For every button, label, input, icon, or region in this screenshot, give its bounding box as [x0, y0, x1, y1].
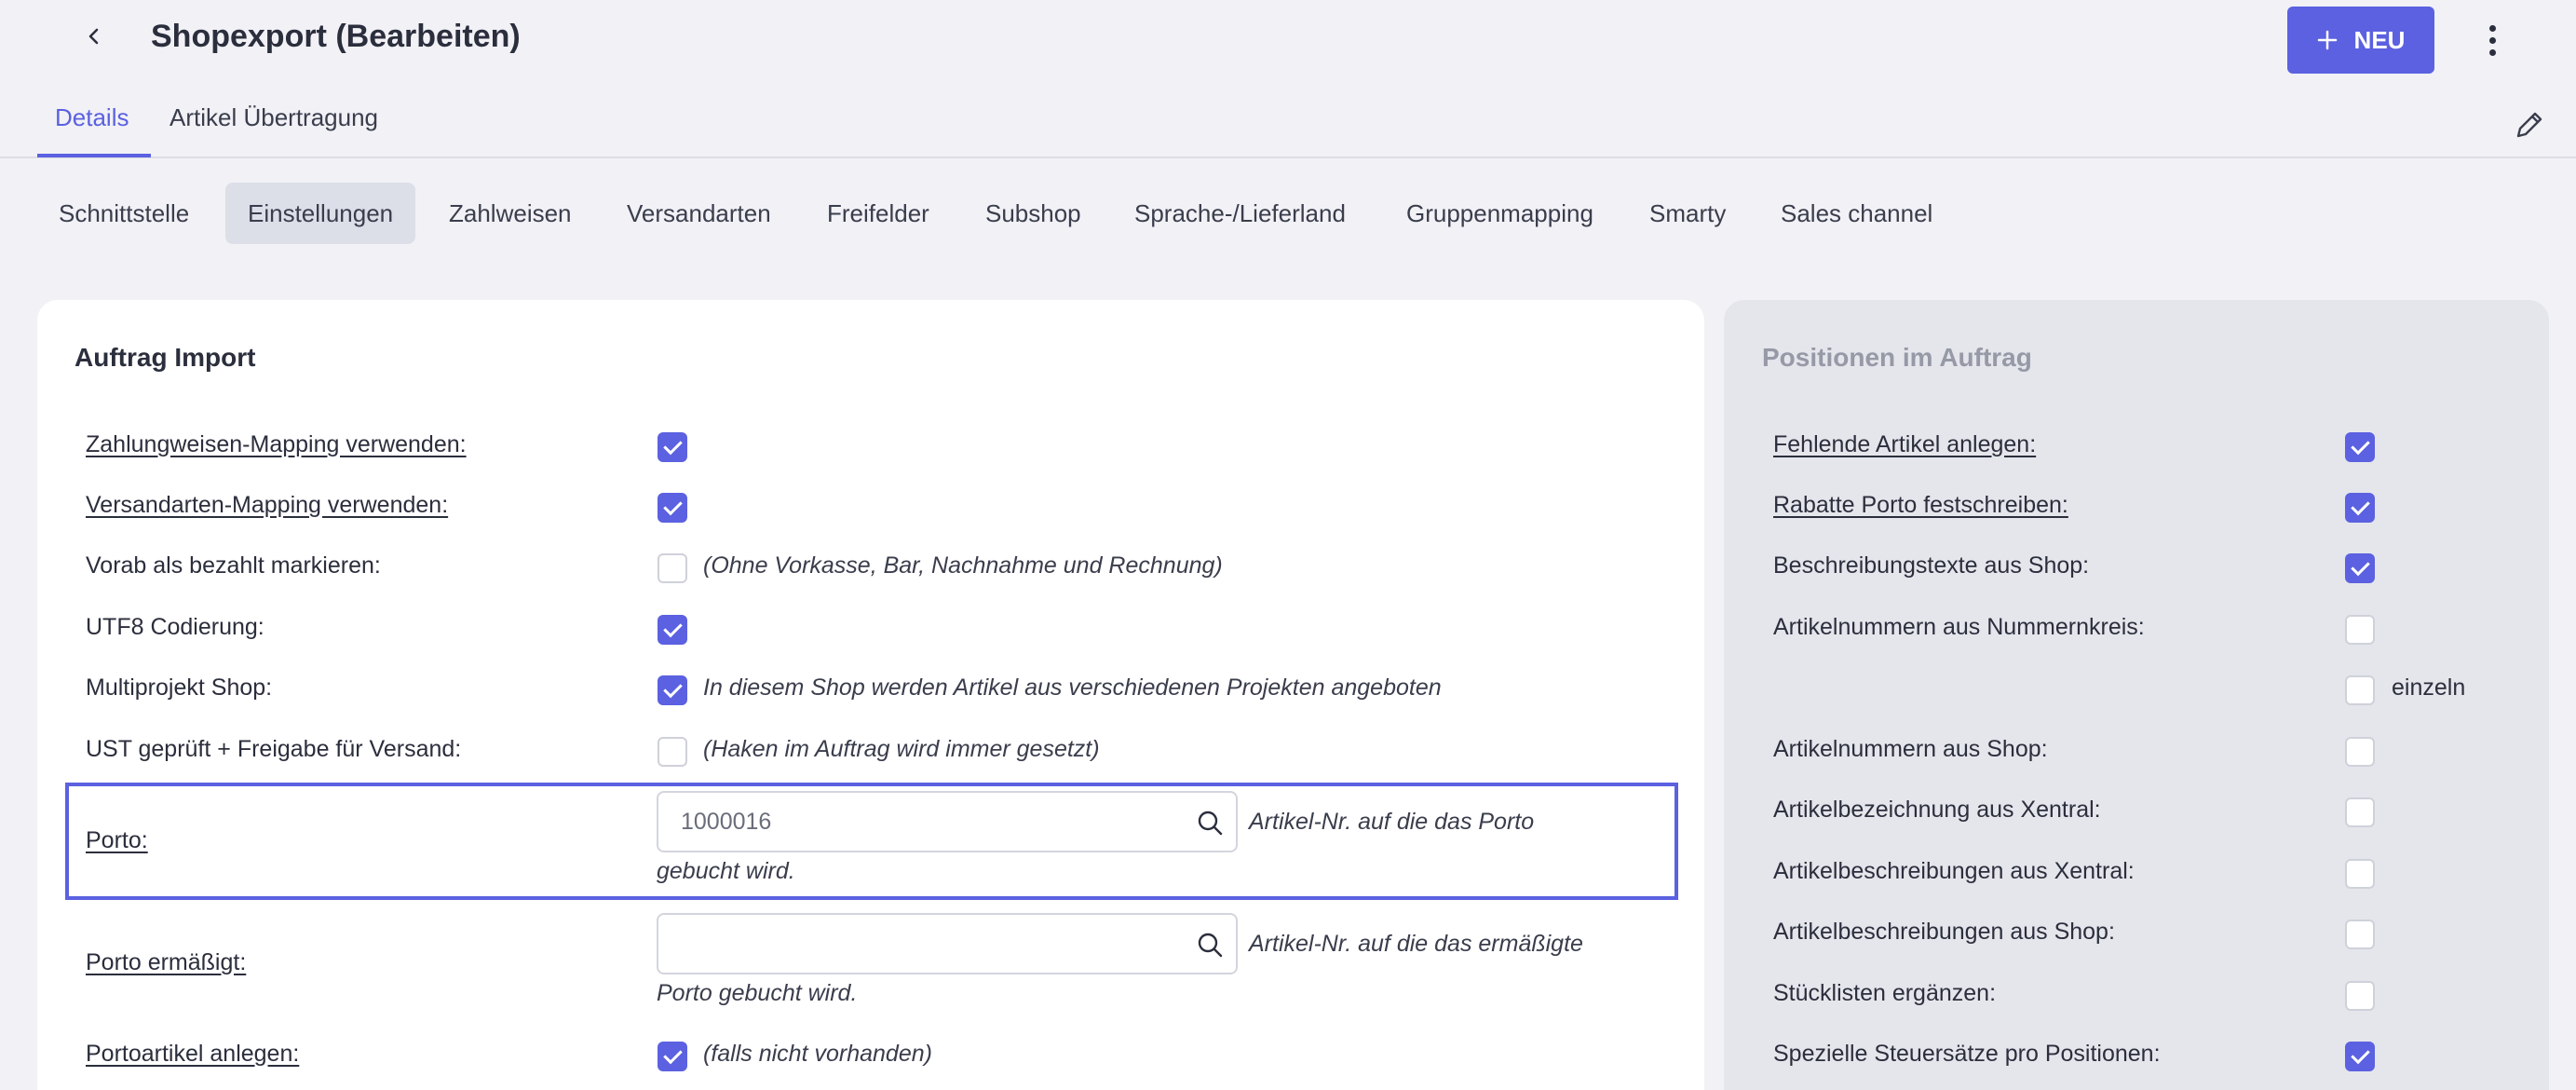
active-tab-indicator: [37, 154, 151, 157]
stuecklisten-checkbox[interactable]: [2345, 981, 2375, 1011]
ust-geprueft-label: UST geprüft + Freigabe für Versand:: [86, 736, 462, 762]
multiprojekt-shop-label: Multiprojekt Shop:: [86, 674, 273, 701]
porto-note-line2: gebucht wird.: [657, 858, 795, 884]
subnav-zahlweisen[interactable]: Zahlweisen: [427, 183, 594, 244]
artikelbeschreibungen-xentral-checkbox[interactable]: [2345, 859, 2375, 889]
artikelbeschreibungen-shop-label: Artikelbeschreibungen aus Shop:: [1773, 919, 2115, 945]
subnav-sprache-lieferland[interactable]: Sprache-/Lieferland: [1112, 183, 1368, 244]
artikelbezeichnung-xentral-checkbox[interactable]: [2345, 797, 2375, 827]
plus-icon: [2317, 30, 2337, 50]
porto-ermaessigt-note-line2: Porto gebucht wird.: [657, 980, 858, 1006]
artikelnummern-nummernkreis-label: Artikelnummern aus Nummernkreis:: [1773, 614, 2145, 640]
artikelbeschreibungen-xentral-label: Artikelbeschreibungen aus Xentral:: [1773, 858, 2135, 884]
new-button[interactable]: NEU: [2287, 7, 2434, 74]
subnav-smarty[interactable]: Smarty: [1627, 183, 1748, 244]
portoartikel-anlegen-note: (falls nicht vorhanden): [703, 1041, 932, 1067]
vorab-bezahlt-checkbox[interactable]: [658, 553, 687, 583]
spezielle-steuersaetze-checkbox[interactable]: [2345, 1042, 2375, 1071]
fehlende-artikel-checkbox[interactable]: [2345, 432, 2375, 462]
subnav-sales-channel[interactable]: Sales channel: [1758, 183, 1955, 244]
rabatte-porto-checkbox[interactable]: [2345, 493, 2375, 523]
page-title: Shopexport (Bearbeiten): [151, 19, 521, 54]
subnav-schnittstelle[interactable]: Schnittstelle: [36, 183, 211, 244]
stuecklisten-label: Stücklisten ergänzen:: [1773, 980, 1997, 1006]
vorab-bezahlt-note: (Ohne Vorkasse, Bar, Nachnahme und Rechn…: [703, 552, 1223, 579]
more-vertical-icon: [2488, 24, 2496, 32]
porto-lookup-field[interactable]: [657, 791, 1238, 852]
artikelbeschreibungen-shop-checkbox[interactable]: [2345, 920, 2375, 949]
portoartikel-anlegen-label[interactable]: Portoartikel anlegen:: [86, 1037, 299, 1070]
ust-geprueft-checkbox[interactable]: [658, 737, 687, 767]
porto-ermaessigt-lookup-field[interactable]: [657, 913, 1238, 974]
artikelnummern-nummernkreis-checkbox[interactable]: [2345, 615, 2375, 645]
new-button-label: NEU: [2353, 25, 2406, 54]
artikelnummern-shop-label: Artikelnummern aus Shop:: [1773, 736, 2048, 762]
portoartikel-anlegen-checkbox[interactable]: [658, 1042, 687, 1071]
multiprojekt-shop-checkbox[interactable]: [658, 675, 687, 705]
artikelbezeichnung-xentral-label: Artikelbezeichnung aus Xentral:: [1773, 797, 2101, 823]
back-button[interactable]: [75, 17, 114, 56]
zahlungweisen-mapping-checkbox[interactable]: [658, 432, 687, 462]
versandarten-mapping-label[interactable]: Versandarten-Mapping verwenden:: [86, 488, 448, 522]
porto-label[interactable]: Porto:: [86, 824, 148, 857]
search-icon[interactable]: [1193, 806, 1227, 839]
ust-geprueft-note: (Haken im Auftrag wird immer gesetzt): [703, 736, 1100, 762]
einzeln-checkbox[interactable]: [2345, 675, 2375, 705]
porto-note-line1: Artikel-Nr. auf die das Porto: [1249, 809, 1535, 835]
spezielle-steuersaetze-label: Spezielle Steuersätze pro Positionen:: [1773, 1041, 2161, 1067]
pencil-icon: [2516, 112, 2542, 138]
search-icon[interactable]: [1193, 928, 1227, 961]
subnav-gruppenmapping[interactable]: Gruppenmapping: [1384, 183, 1616, 244]
subnav-versandarten[interactable]: Versandarten: [604, 183, 793, 244]
auftrag-import-title: Auftrag Import: [75, 343, 256, 372]
tab-artikel-uebertragung[interactable]: Artikel Übertragung: [169, 101, 378, 134]
rabatte-porto-label[interactable]: Rabatte Porto festschreiben:: [1773, 488, 2068, 522]
positionen-im-auftrag-title: Positionen im Auftrag: [1762, 343, 2032, 372]
porto-input[interactable]: [681, 804, 1165, 839]
subnav-einstellungen[interactable]: Einstellungen: [225, 183, 416, 244]
tab-details[interactable]: Details: [55, 101, 129, 134]
einzeln-label: einzeln: [2392, 674, 2466, 701]
chevron-left-icon: [88, 28, 99, 45]
subnav-subshop[interactable]: Subshop: [963, 183, 1104, 244]
more-options-button[interactable]: [2474, 17, 2511, 63]
utf8-codierung-checkbox[interactable]: [658, 615, 687, 645]
fehlende-artikel-label[interactable]: Fehlende Artikel anlegen:: [1773, 428, 2036, 461]
vorab-bezahlt-label: Vorab als bezahlt markieren:: [86, 552, 381, 579]
zahlungweisen-mapping-label[interactable]: Zahlungweisen-Mapping verwenden:: [86, 428, 467, 461]
edit-button[interactable]: [2511, 106, 2548, 143]
subnav-freifelder[interactable]: Freifelder: [805, 183, 952, 244]
multiprojekt-shop-note: In diesem Shop werden Artikel aus versch…: [703, 674, 1442, 701]
beschreibungstexte-label: Beschreibungstexte aus Shop:: [1773, 552, 2090, 579]
utf8-codierung-label: UTF8 Codierung:: [86, 614, 264, 640]
porto-ermaessigt-label[interactable]: Porto ermäßigt:: [86, 946, 246, 979]
artikelnummern-shop-checkbox[interactable]: [2345, 737, 2375, 767]
porto-ermaessigt-note-line1: Artikel-Nr. auf die das ermäßigte: [1249, 931, 1583, 957]
versandarten-mapping-checkbox[interactable]: [658, 493, 687, 523]
porto-ermaessigt-input[interactable]: [681, 926, 1165, 961]
beschreibungstexte-checkbox[interactable]: [2345, 553, 2375, 583]
page-header: Shopexport (Bearbeiten) NEU Details Arti…: [0, 0, 2576, 158]
